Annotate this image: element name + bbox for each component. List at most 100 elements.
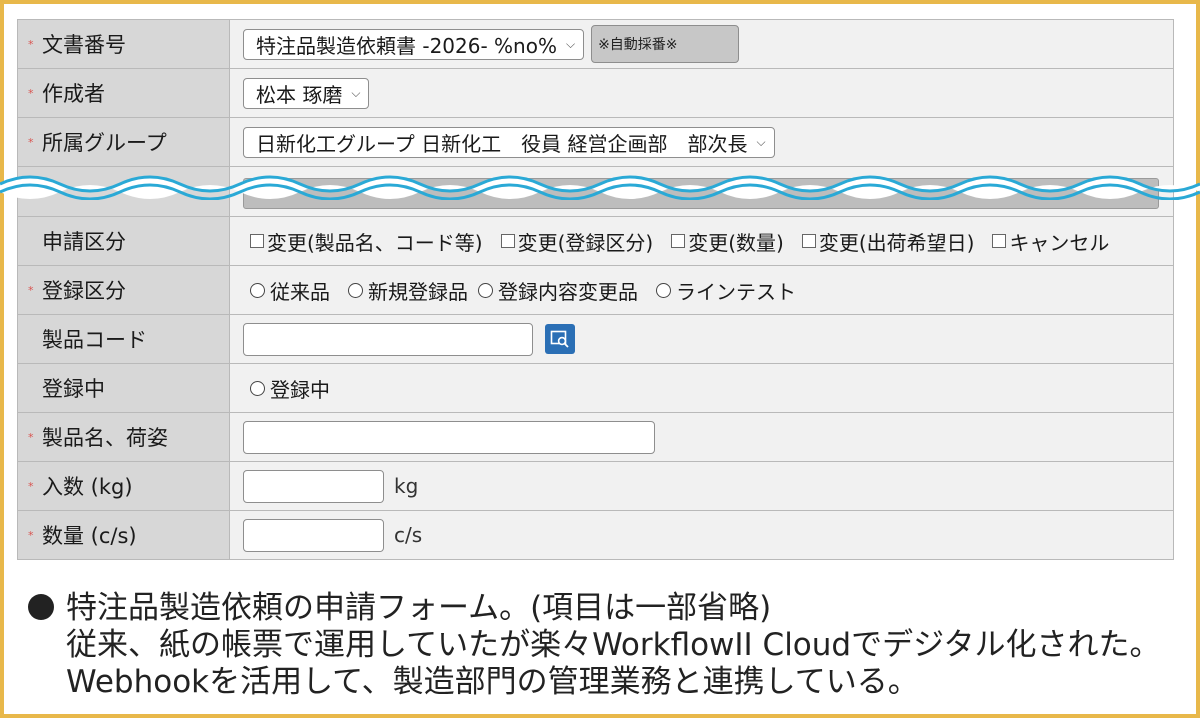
label-text: 作成者 [42,82,105,106]
label-author: * 作成者 [18,69,230,117]
field-author: 松本 琢磨 ⌵ [230,69,1173,117]
label-text: 登録中 [42,377,105,401]
field-group: 日新化工グループ 日新化工 役員 経営企画部 部次長 ⌵ [230,118,1173,166]
radio-content-change[interactable]: 登録内容変更品 [478,276,638,305]
label-product-code: 製品コード [18,315,230,363]
field-quantity-kg: kg [230,462,1173,510]
author-value: 松本 琢磨 [256,82,343,107]
checkbox-change-registration[interactable]: 変更(登録区分) [500,227,654,256]
checkbox-label: 変更(数量) [688,230,784,255]
bullet-icon [28,594,54,620]
label-text: 製品名、荷姿 [42,426,168,450]
group-select[interactable]: 日新化工グループ 日新化工 役員 経営企画部 部次長 ⌵ [243,126,775,158]
search-icon [550,330,569,348]
quantity-cs-input[interactable] [243,518,384,552]
label-group: * 所属グループ [18,118,230,166]
label-text: 入数 (kg) [42,475,133,499]
field-registering: 登録中 [230,364,1173,412]
caption-line-1: 特注品製造依頼の申請フォーム。(項目は一部省略) [28,590,1188,627]
radio-conventional[interactable]: 従来品 [250,276,330,305]
chevron-down-icon: ⌵ [351,85,361,100]
radio-label: ラインテスト [676,279,796,304]
radio-label: 新規登録品 [368,279,468,304]
label-registering: 登録中 [18,364,230,412]
label-doc-number: * 文書番号 [18,20,230,68]
figure-caption: 特注品製造依頼の申請フォーム。(項目は一部省略) 従来、紙の帳票で運用していたが… [28,590,1188,701]
row-registering: 登録中 登録中 [17,364,1174,413]
row-doc-number: * 文書番号 特注品製造依頼書 -2026- %no% ⌵ ※自動採番※ [17,20,1174,69]
product-code-input[interactable] [243,322,533,356]
field-product-code [230,315,1173,363]
label-text: 登録区分 [42,279,126,303]
radio-registering[interactable]: 登録中 [250,374,330,403]
required-asterisk: * [28,135,34,149]
doc-number-value: 特注品製造依頼書 -2026- %no% [256,33,557,58]
radio-icon [478,282,493,298]
label-registration-type: * 登録区分 [18,266,230,314]
row-product-name: * 製品名、荷姿 [17,413,1174,462]
doc-number-select[interactable]: 特注品製造依頼書 -2026- %no% ⌵ [243,28,585,60]
label-text: 申請区分 [42,230,126,254]
radio-label: 登録内容変更品 [498,279,638,304]
checkbox-icon [992,234,1007,248]
row-quantity-cs: * 数量 (c/s) c/s [17,511,1174,560]
author-select[interactable]: 松本 琢磨 ⌵ [243,77,370,109]
checkbox-label: 変更(出荷希望日) [818,230,975,255]
required-asterisk: * [28,430,34,444]
field-registration-type: 従来品 新規登録品 登録内容変更品 ラインテスト [230,266,1173,314]
checkbox-icon [671,234,686,248]
required-asterisk: * [28,479,34,493]
unit-kg: kg [394,474,419,498]
radio-label: 従来品 [270,279,330,304]
label-text: 製品コード [42,328,147,352]
product-name-input[interactable] [243,420,655,454]
label-text: 数量 (c/s) [42,524,137,548]
chevron-down-icon: ⌵ [756,134,766,149]
row-application-type: 申請区分 変更(製品名、コード等) 変更(登録区分) 変更(数量) 変更(出荷希… [17,217,1174,266]
field-doc-number: 特注品製造依頼書 -2026- %no% ⌵ ※自動採番※ [230,20,1173,68]
label-quantity-cs: * 数量 (c/s) [18,511,230,559]
caption-line-3: Webhookを活用して、製造部門の管理業務と連携している。 [66,664,919,700]
checkbox-change-product[interactable]: 変更(製品名、コード等) [250,227,483,256]
row-registration-type: * 登録区分 従来品 新規登録品 登録内容変更品 ラインテスト [17,266,1174,315]
auto-number-badge: ※自動採番※ [591,25,740,63]
checkbox-icon [250,234,264,248]
row-author: * 作成者 松本 琢磨 ⌵ [17,69,1174,118]
checkbox-label: 変更(登録区分) [517,230,654,255]
required-asterisk: * [28,86,34,100]
row-product-code: 製品コード [17,315,1174,364]
row-quantity-kg: * 入数 (kg) kg [17,462,1174,511]
request-form: * 文書番号 特注品製造依頼書 -2026- %no% ⌵ ※自動採番※ * 作… [17,19,1174,560]
checkbox-cancel[interactable]: キャンセル [992,227,1109,256]
caption-text-1: 特注品製造依頼の申請フォーム。(項目は一部省略) [66,590,772,626]
label-text: 文書番号 [42,33,126,57]
label-application-type: 申請区分 [18,217,230,265]
field-product-name [230,413,1173,461]
field-quantity-cs: c/s [230,511,1173,559]
quantity-kg-input[interactable] [243,469,384,503]
label-product-name: * 製品名、荷姿 [18,413,230,461]
product-search-button[interactable] [545,324,575,354]
radio-line-test[interactable]: ラインテスト [656,276,796,305]
radio-label: 登録中 [270,377,330,402]
row-group: * 所属グループ 日新化工グループ 日新化工 役員 経営企画部 部次長 ⌵ [17,118,1174,167]
checkbox-label: キャンセル [1009,230,1110,255]
radio-new-registration[interactable]: 新規登録品 [348,276,468,305]
required-asterisk: * [28,283,34,297]
checkbox-change-ship-date[interactable]: 変更(出荷希望日) [801,227,975,256]
chevron-down-icon: ⌵ [565,36,576,51]
radio-icon [656,282,671,298]
field-application-type: 変更(製品名、コード等) 変更(登録区分) 変更(数量) 変更(出荷希望日) キ… [230,217,1173,265]
checkbox-icon [801,234,816,248]
unit-cs: c/s [394,523,423,547]
radio-icon [250,380,265,396]
checkbox-icon [500,234,515,248]
label-quantity-kg: * 入数 (kg) [18,462,230,510]
wave-break-divider [0,175,1200,200]
radio-icon [348,282,363,298]
radio-icon [250,282,265,298]
group-value: 日新化工グループ 日新化工 役員 経営企画部 部次長 [256,131,748,156]
label-text: 所属グループ [42,131,167,155]
required-asterisk: * [28,528,34,542]
checkbox-change-quantity[interactable]: 変更(数量) [671,227,784,256]
